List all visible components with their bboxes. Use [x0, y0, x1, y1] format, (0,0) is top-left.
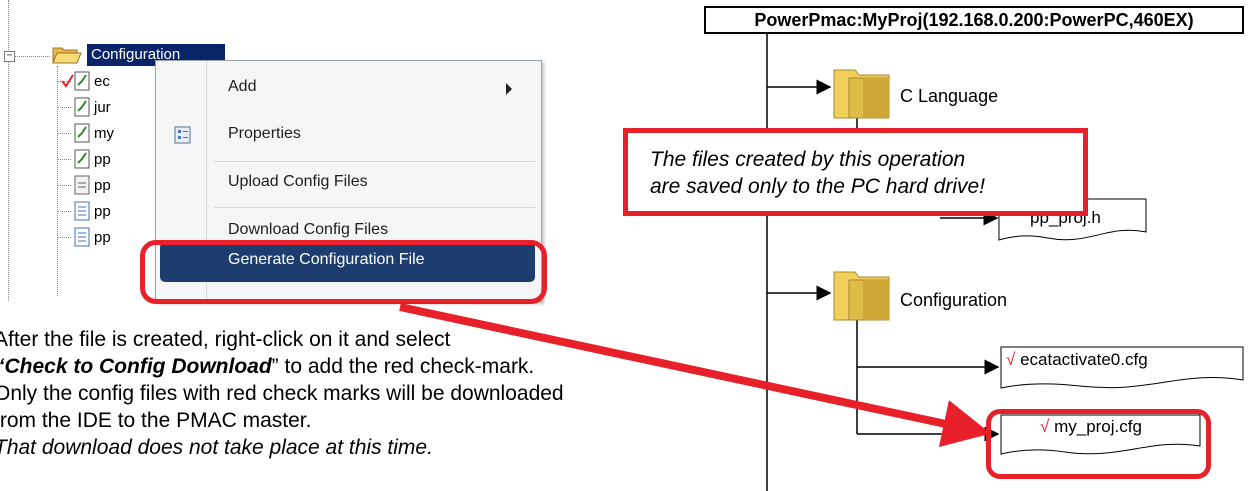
- file-label-ecatactivate0: √ ecatactivate0.cfg: [1006, 350, 1148, 370]
- folder-icon: [833, 271, 890, 321]
- folder-label-configuration: Configuration: [900, 290, 1008, 310]
- note-line: are saved only to the PC hard drive!: [650, 175, 986, 198]
- note-line: The files created by this operation: [650, 148, 966, 171]
- folder-label-c-language: C Language: [900, 86, 999, 106]
- file-name: ecatactivate0.cfg: [1020, 350, 1148, 369]
- warning-note-text: The files created by this operation are …: [650, 146, 1080, 200]
- folder-icon: [833, 69, 890, 119]
- red-check-mark: √: [1006, 350, 1016, 369]
- target-highlight-frame: [986, 409, 1211, 479]
